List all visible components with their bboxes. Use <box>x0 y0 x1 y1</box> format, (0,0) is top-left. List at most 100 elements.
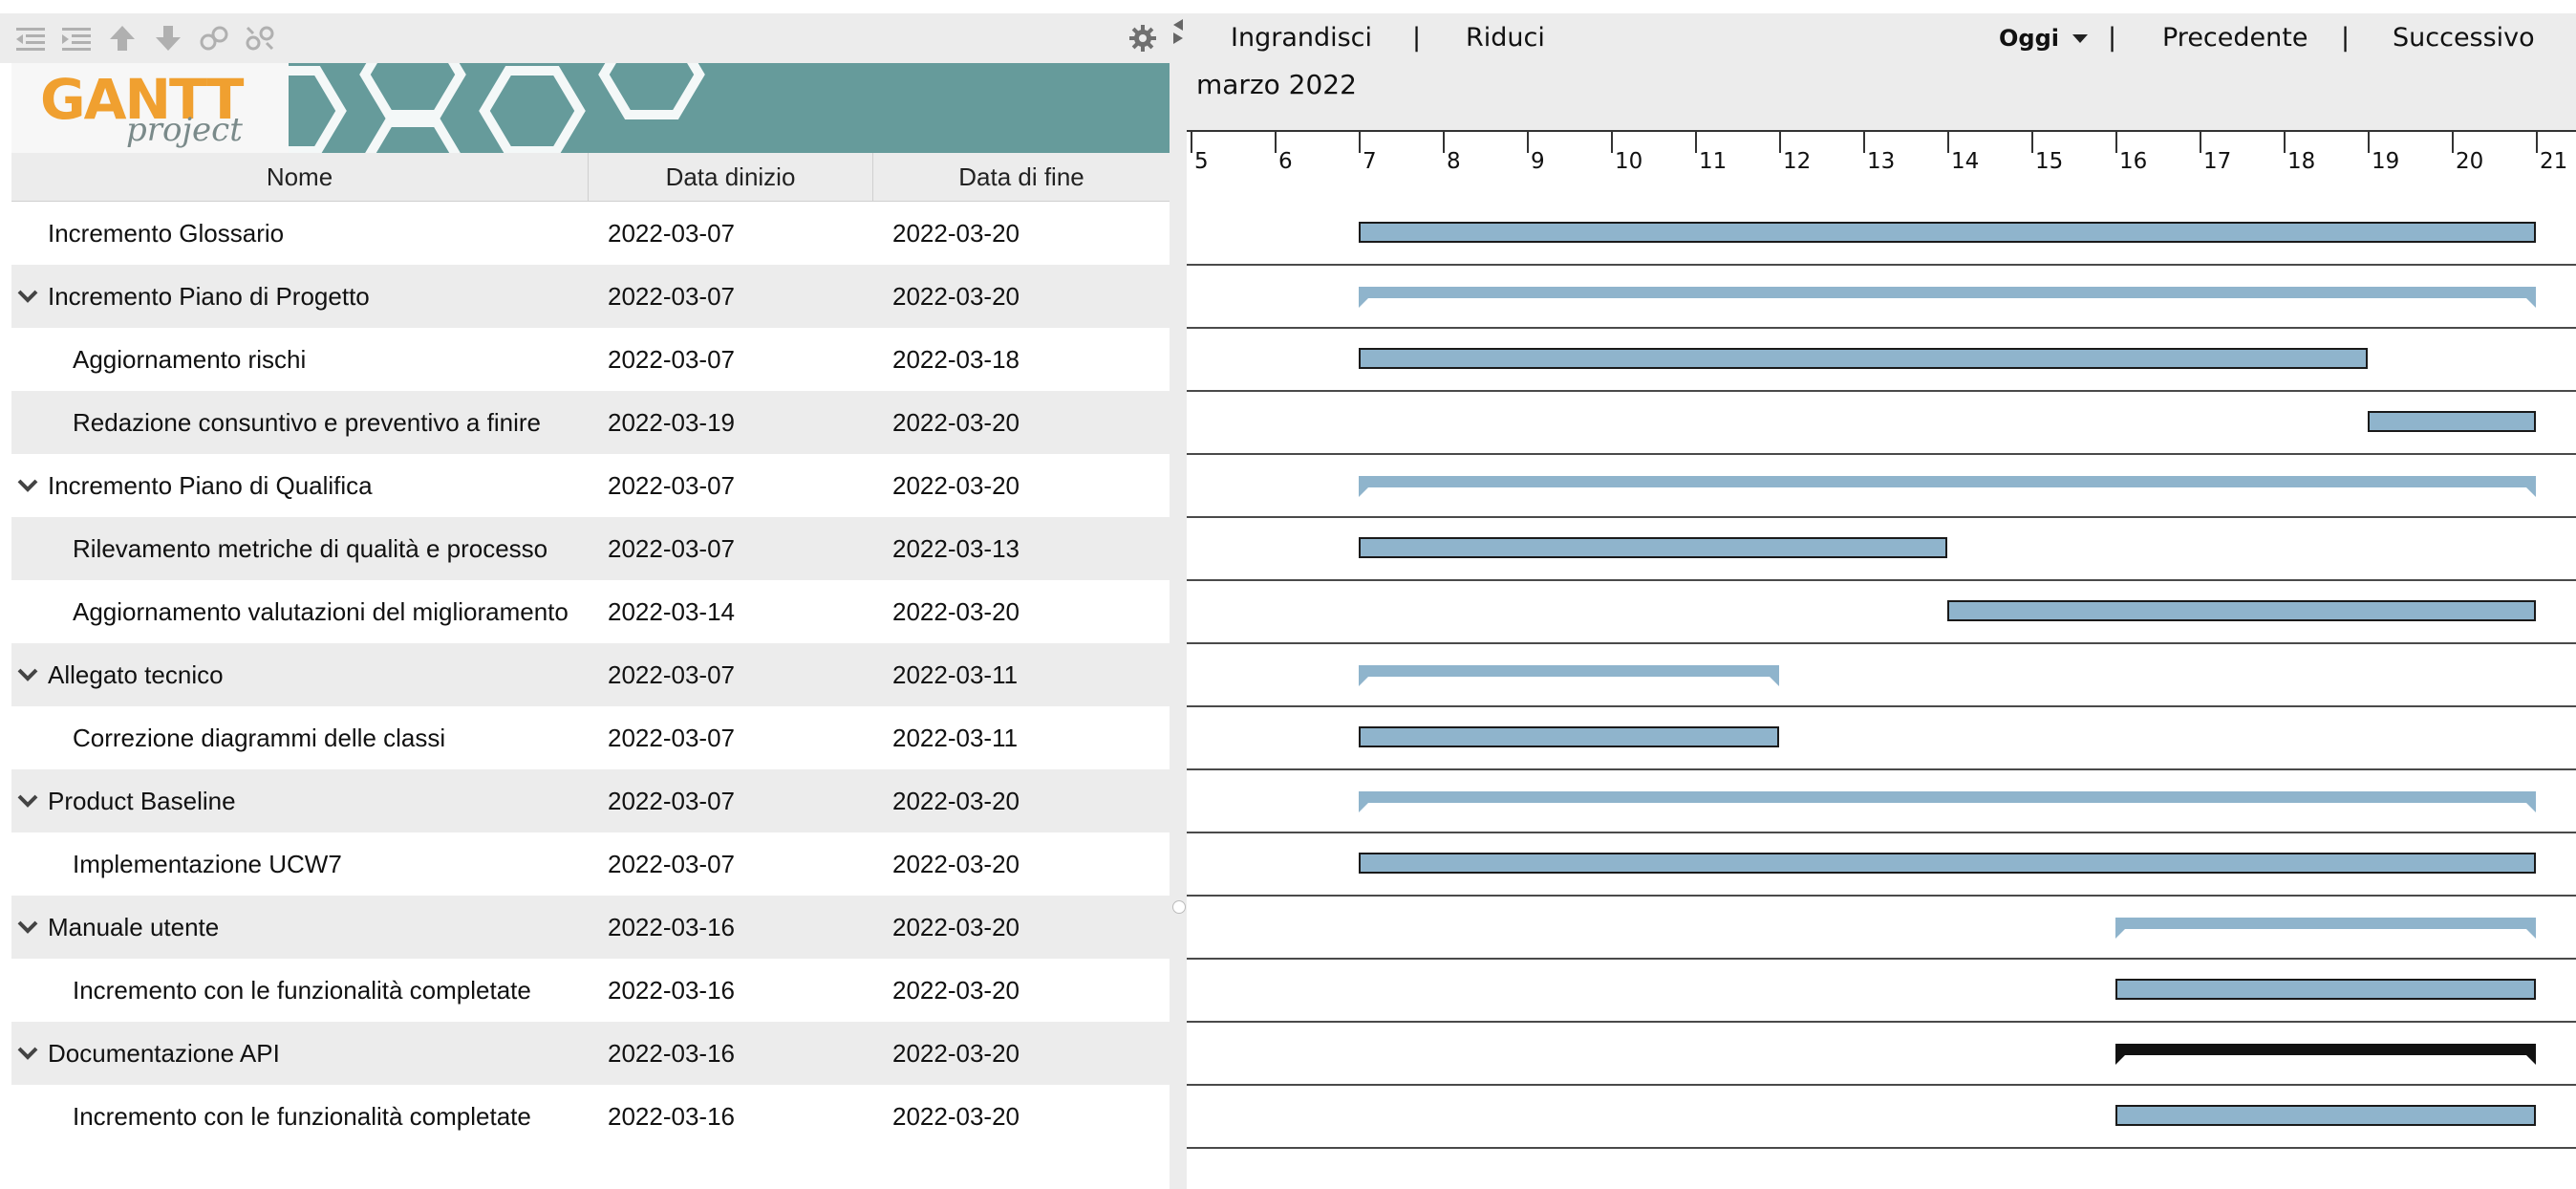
task-row[interactable]: Incremento con le funzionalità completat… <box>11 1085 1170 1148</box>
summary-bar[interactable] <box>1359 665 1779 686</box>
task-bar[interactable] <box>2368 411 2536 432</box>
task-end-date: 2022-03-20 <box>892 850 1020 878</box>
chevron-down-icon <box>2072 34 2088 43</box>
task-start-date: 2022-03-16 <box>608 913 735 941</box>
gantt-chart-area[interactable] <box>1187 203 2576 1189</box>
day-label: 6 <box>1278 149 1293 174</box>
column-header-start[interactable]: Data dinizio <box>589 153 873 201</box>
previous-button[interactable]: Precedente <box>2162 13 2308 63</box>
chevron-down-icon[interactable] <box>15 1041 40 1066</box>
task-name: Aggiornamento rischi <box>73 345 307 374</box>
day-label: 19 <box>2372 149 2400 174</box>
day-tick <box>2031 132 2033 153</box>
row-gridline <box>1187 390 2576 392</box>
task-start-date: 2022-03-16 <box>608 1039 735 1068</box>
task-end-date: 2022-03-11 <box>892 660 1019 689</box>
day-tick <box>1863 132 1865 153</box>
column-header-end[interactable]: Data di fine <box>873 153 1170 201</box>
splitter[interactable] <box>1170 13 1187 1189</box>
task-start-date: 2022-03-07 <box>608 850 735 878</box>
today-dropdown[interactable]: Oggi <box>1999 13 2090 63</box>
chevron-down-icon[interactable] <box>15 915 40 940</box>
row-gridline <box>1187 642 2576 644</box>
zoom-out-button[interactable]: Riduci <box>1466 13 1545 63</box>
separator: | <box>2108 23 2117 53</box>
task-start-date: 2022-03-07 <box>608 345 735 374</box>
move-up-button[interactable] <box>103 21 141 55</box>
task-name: Rilevamento metriche di qualità e proces… <box>73 534 548 563</box>
task-row[interactable]: Aggiornamento rischi 2022-03-07 2022-03-18 <box>11 328 1170 391</box>
move-down-button[interactable] <box>149 21 187 55</box>
day-tick <box>2368 132 2370 153</box>
row-gridline <box>1187 958 2576 960</box>
task-row[interactable]: Aggiornamento valutazioni del migliorame… <box>11 580 1170 643</box>
task-row[interactable]: Product Baseline 2022-03-07 2022-03-20 <box>11 769 1170 832</box>
task-start-date: 2022-03-07 <box>608 219 735 248</box>
splitter-handle[interactable] <box>1172 900 1186 914</box>
task-name: Implementazione UCW7 <box>73 850 342 878</box>
task-row[interactable]: Allegato tecnico 2022-03-07 2022-03-11 <box>11 643 1170 706</box>
row-gridline <box>1187 1147 2576 1149</box>
task-name: Manuale utente <box>48 913 220 941</box>
summary-bar[interactable] <box>1359 476 2536 497</box>
row-gridline <box>1187 453 2576 455</box>
task-start-date: 2022-03-07 <box>608 534 735 563</box>
link-button[interactable] <box>195 21 233 55</box>
chevron-down-icon[interactable] <box>15 473 40 498</box>
zoom-in-button[interactable]: Ingrandisci <box>1231 13 1372 63</box>
task-end-date: 2022-03-13 <box>892 534 1020 563</box>
summary-bar[interactable] <box>2115 1044 2536 1065</box>
task-name: Incremento con le funzionalità completat… <box>73 976 531 1005</box>
row-gridline <box>1187 516 2576 518</box>
chevron-down-icon[interactable] <box>15 662 40 687</box>
next-button[interactable]: Successivo <box>2393 13 2535 63</box>
task-bar[interactable] <box>2115 979 2536 1000</box>
day-tick <box>2284 132 2286 153</box>
day-label: 11 <box>1699 149 1728 174</box>
outdent-icon <box>16 28 45 51</box>
task-end-date: 2022-03-20 <box>892 913 1020 941</box>
day-label: 8 <box>1447 149 1461 174</box>
task-row[interactable]: Incremento Piano di Progetto 2022-03-07 20… <box>11 265 1170 328</box>
hexagon-pattern <box>231 63 705 153</box>
indent-icon <box>62 28 91 51</box>
task-row[interactable]: Correzione diagrammi delle classi 2022-03… <box>11 706 1170 769</box>
task-row[interactable]: Documentazione API 2022-03-16 2022-03-20 <box>11 1022 1170 1085</box>
collapse-left-icon[interactable] <box>1171 17 1185 46</box>
task-bar[interactable] <box>1359 726 1779 747</box>
row-gridline <box>1187 1084 2576 1086</box>
day-tick <box>1527 132 1529 153</box>
task-start-date: 2022-03-07 <box>608 724 735 752</box>
task-name: Aggiornamento valutazioni del migliorame… <box>73 597 569 626</box>
task-row[interactable]: Redazione consuntivo e preventivo a fini… <box>11 391 1170 454</box>
task-bar[interactable] <box>1359 348 2368 369</box>
row-gridline <box>1187 264 2576 266</box>
summary-bar[interactable] <box>1359 791 2536 812</box>
task-row[interactable]: Rilevamento metriche di qualità e proces… <box>11 517 1170 580</box>
day-label: 14 <box>1951 149 1980 174</box>
settings-button[interactable] <box>1124 21 1162 55</box>
column-header-name[interactable]: Nome <box>11 153 589 201</box>
task-row[interactable]: Incremento Glossario 2022-03-07 2022-03-20 <box>11 202 1170 265</box>
task-toolbar <box>0 13 1185 63</box>
task-name: Incremento Piano di Qualifica <box>48 471 373 500</box>
summary-bar[interactable] <box>2115 918 2536 939</box>
outdent-button[interactable] <box>11 21 50 55</box>
summary-bar[interactable] <box>1359 287 2536 308</box>
task-row[interactable]: Implementazione UCW7 2022-03-07 2022-03-20 <box>11 832 1170 896</box>
task-row[interactable]: Incremento con le funzionalità completat… <box>11 959 1170 1022</box>
task-bar[interactable] <box>1359 853 2536 874</box>
row-gridline <box>1187 1021 2576 1023</box>
unlink-button[interactable] <box>241 21 279 55</box>
task-row[interactable]: Incremento Piano di Qualifica 2022-03-07 2… <box>11 454 1170 517</box>
task-bar[interactable] <box>2115 1105 2536 1126</box>
chevron-down-icon[interactable] <box>15 284 40 309</box>
chevron-down-icon[interactable] <box>15 789 40 813</box>
indent-button[interactable] <box>57 21 96 55</box>
today-label: Oggi <box>1999 25 2059 52</box>
task-bar[interactable] <box>1359 537 1947 558</box>
move-up-icon <box>110 26 135 51</box>
task-bar[interactable] <box>1947 600 2536 621</box>
task-bar[interactable] <box>1359 222 2536 243</box>
task-row[interactable]: Manuale utente 2022-03-16 2022-03-20 <box>11 896 1170 959</box>
